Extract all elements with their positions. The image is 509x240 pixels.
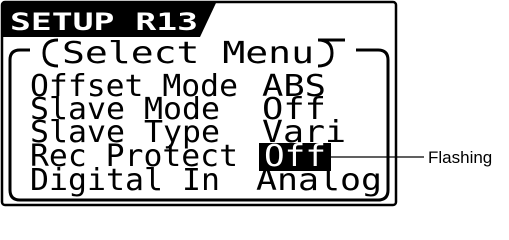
menu-title-left-bracket: [42, 38, 59, 68]
menu-row-label: Digital In: [30, 163, 220, 198]
lcd-setup-screen: SETUP R13 Select Menu Offset Mode ABS Sl…: [0, 0, 492, 207]
menu-title-right-bracket: [317, 38, 334, 68]
menu-row-digital-in[interactable]: Digital In Analog: [30, 163, 382, 198]
header-title: SETUP R13: [10, 8, 198, 36]
menu-title: Select Menu: [62, 36, 314, 71]
menu-row-value: Analog: [256, 163, 382, 198]
callout-label: Flashing: [428, 148, 492, 167]
